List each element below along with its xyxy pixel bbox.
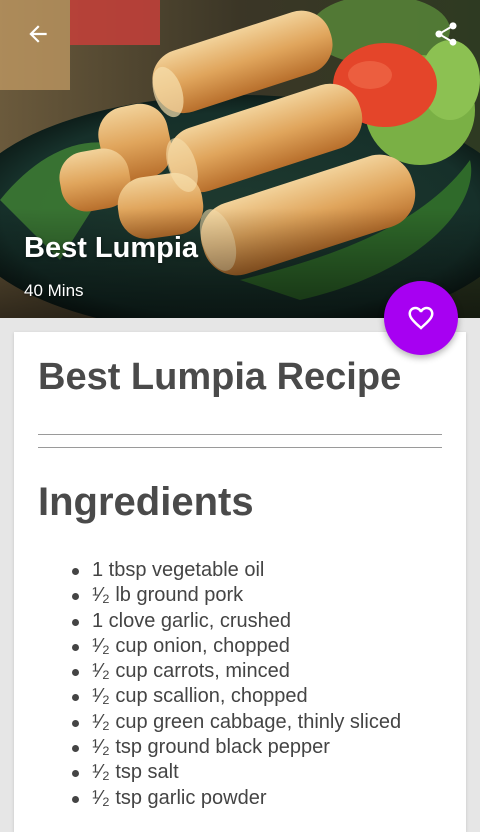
arrow-left-icon (29, 25, 47, 43)
ingredients-list: 1 tbsp vegetable oil ¹⁄₂ lb ground pork … (72, 558, 401, 811)
ingredients-heading: Ingredients (38, 480, 254, 524)
list-item: 1 clove garlic, crushed (72, 609, 401, 634)
share-button[interactable] (426, 14, 466, 54)
heart-outline-icon (408, 306, 434, 330)
share-icon (435, 22, 457, 46)
list-item: ¹⁄₂ cup carrots, minced (72, 659, 401, 684)
recipe-name: Best Lumpia (24, 232, 199, 264)
hero-image: Best Lumpia 40 Mins (0, 0, 480, 318)
list-item: ¹⁄₂ tsp ground black pepper (72, 735, 401, 760)
list-item: ¹⁄₂ cup scallion, chopped (72, 684, 401, 709)
list-item: ¹⁄₂ cup green cabbage, thinly sliced (72, 710, 401, 735)
list-item: ¹⁄₂ lb ground pork (72, 583, 401, 608)
list-item: ¹⁄₂ cup onion, chopped (72, 634, 401, 659)
list-item: ¹⁄₂ tsp garlic powder (72, 786, 401, 811)
recipe-title: Best Lumpia Recipe (38, 356, 402, 398)
list-item: ¹⁄₂ tsp salt (72, 760, 401, 785)
list-item: 1 tbsp vegetable oil (72, 558, 401, 583)
divider (38, 447, 442, 448)
recipe-card: Best Lumpia Recipe Ingredients 1 tbsp ve… (14, 332, 466, 832)
divider (38, 434, 442, 435)
back-button[interactable] (18, 16, 58, 52)
favorite-button[interactable] (384, 281, 458, 355)
cook-time: 40 Mins (24, 281, 84, 300)
